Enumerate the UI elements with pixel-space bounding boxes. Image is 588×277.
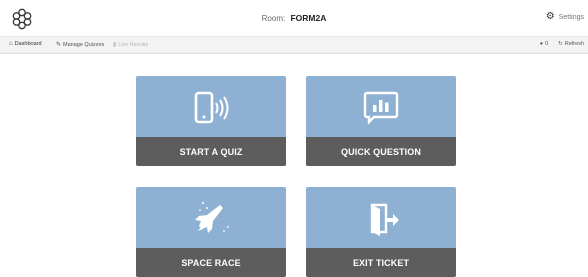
status-area: ● 0 ↻ Refresh — [540, 41, 584, 47]
quick-question-label: QUICK QUESTION — [306, 137, 456, 166]
settings-button[interactable]: ⚙ Settings — [545, 11, 584, 22]
student-count-value: 0 — [545, 41, 549, 47]
tab-manage-quizzes[interactable]: ✎ Manage Quizzes — [56, 41, 105, 49]
tab-live-results[interactable]: ▮ Live Results — [113, 41, 149, 49]
tab-live-results-label: Live Results — [118, 41, 149, 48]
students-icon: ● — [539, 41, 544, 47]
speech-bubble-chart-icon — [363, 91, 399, 125]
settings-label: Settings — [558, 13, 584, 21]
home-icon: ⌂ — [9, 41, 13, 47]
wrench-icon: ✎ — [56, 42, 62, 48]
room-indicator: Room: FORM2A — [0, 13, 588, 23]
refresh-button[interactable]: ↻ Refresh — [558, 41, 584, 47]
top-bar: Room: FORM2A ⚙ Settings — [0, 0, 588, 37]
exit-ticket-tile[interactable]: EXIT TICKET — [306, 187, 456, 277]
gear-icon: ⚙ — [545, 11, 555, 22]
tab-dashboard-label: Dashboard — [14, 41, 42, 47]
rocket-icon — [195, 202, 229, 233]
tab-dashboard[interactable]: ⌂ Dashboard — [9, 41, 42, 47]
phone-signal-icon — [194, 91, 229, 124]
student-count: ● 0 — [540, 41, 548, 47]
refresh-icon: ↻ — [558, 41, 563, 47]
navigation-bar: ⌂ Dashboard ✎ Manage Quizzes ▮ Live Resu… — [0, 37, 588, 54]
start-quiz-tile[interactable]: START A QUIZ — [136, 76, 286, 166]
bar-chart-icon: ▮ — [113, 42, 117, 48]
start-quiz-label: START A QUIZ — [136, 137, 286, 166]
refresh-label: Refresh — [564, 41, 584, 47]
exit-ticket-label: EXIT TICKET — [306, 248, 456, 277]
space-race-tile[interactable]: SPACE RACE — [136, 187, 286, 277]
room-prefix: Room: — [261, 14, 286, 23]
quick-question-tile[interactable]: QUICK QUESTION — [306, 76, 456, 166]
tab-manage-quizzes-label: Manage Quizzes — [63, 41, 105, 48]
room-name[interactable]: FORM2A — [290, 13, 326, 23]
exit-door-icon — [370, 203, 399, 236]
space-race-label: SPACE RACE — [136, 248, 286, 277]
